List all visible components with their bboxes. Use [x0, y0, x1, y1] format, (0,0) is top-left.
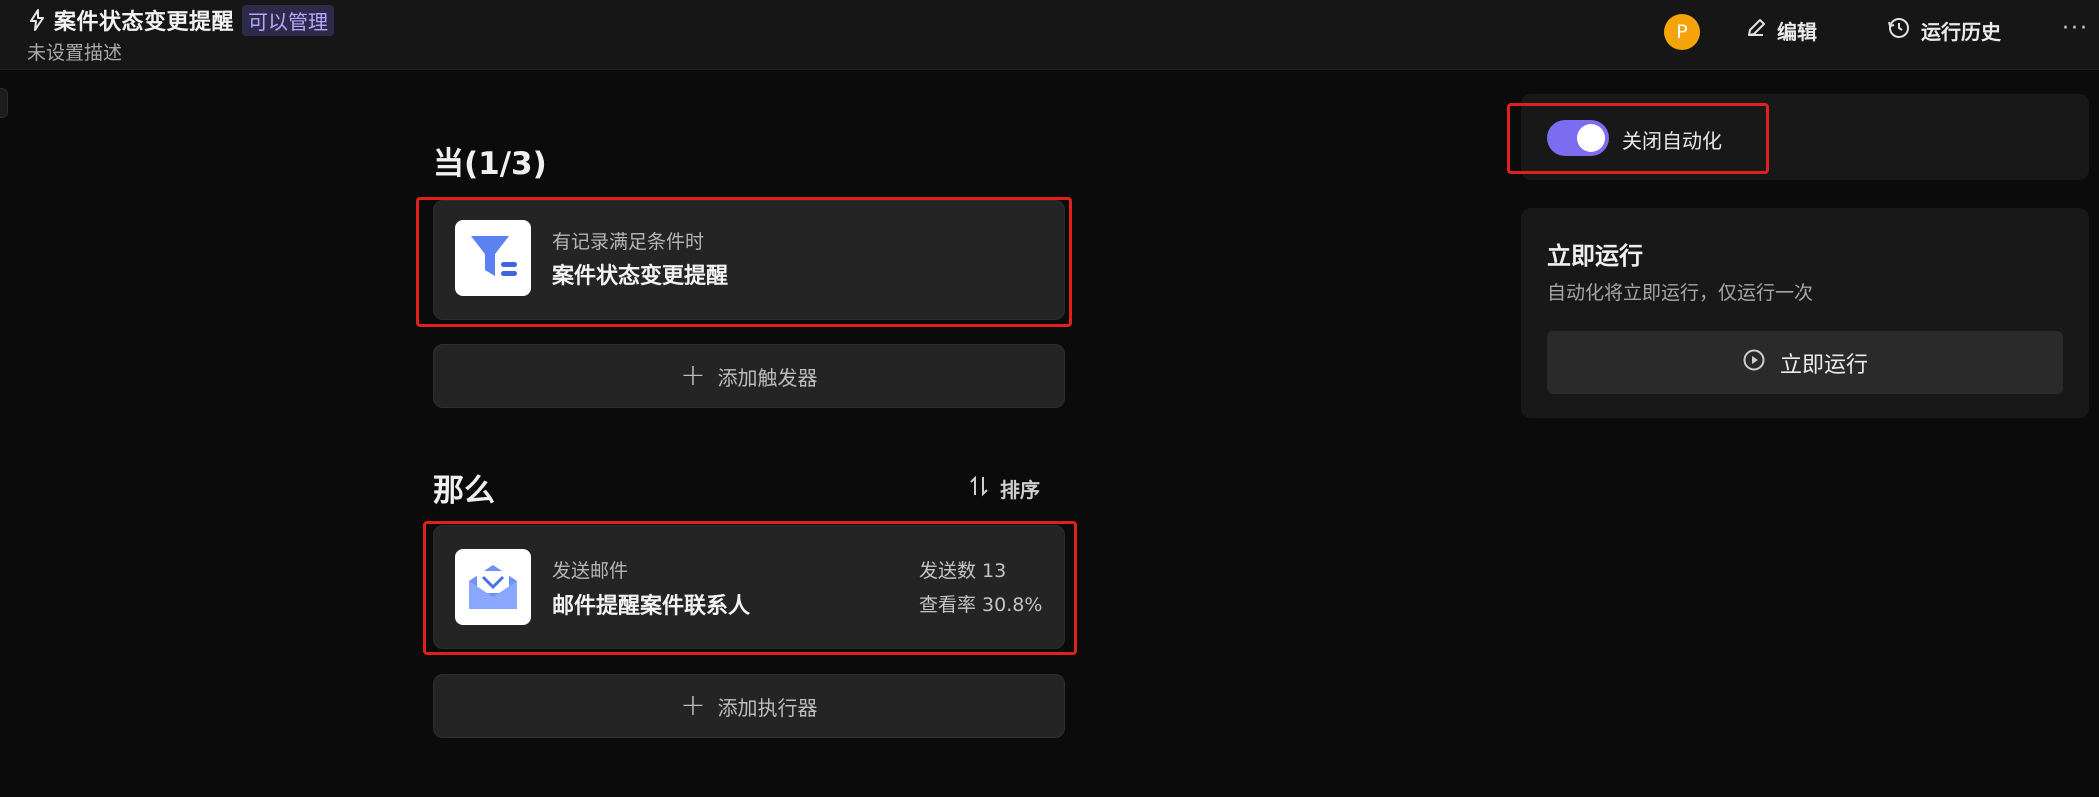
add-trigger-label: 添加触发器	[717, 365, 818, 390]
when-section-title: 当(1/3)	[433, 146, 547, 182]
page-title: 案件状态变更提醒	[54, 10, 235, 35]
run-now-button[interactable]: 立即运行	[1547, 331, 2063, 394]
edit-button[interactable]: 编辑	[1745, 16, 1817, 45]
page-description[interactable]: 未设置描述	[27, 38, 122, 65]
filter-icon	[455, 220, 531, 296]
then-section-title: 那么	[433, 473, 495, 509]
play-circle-icon	[1742, 348, 1766, 378]
add-action-label: 添加执行器	[717, 695, 818, 720]
avatar[interactable]: P	[1664, 14, 1700, 50]
history-icon	[1887, 16, 1911, 45]
sort-button[interactable]: 排序	[968, 474, 1040, 503]
trigger-card[interactable]: 有记录满足条件时 案件状态变更提醒	[433, 200, 1065, 320]
top-bar: 案件状态变更提醒 可以管理 未设置描述 P 编辑 运行历史 ···	[0, 0, 2099, 70]
sort-label: 排序	[1000, 478, 1040, 502]
permission-badge: 可以管理	[242, 4, 335, 36]
history-label: 运行历史	[1921, 20, 2001, 44]
pencil-icon	[1745, 17, 1767, 44]
sent-count: 发送数 13	[919, 560, 1007, 582]
plus-icon: +	[680, 688, 706, 723]
run-now-description: 自动化将立即运行，仅运行一次	[1547, 282, 1814, 304]
plus-icon: +	[680, 358, 706, 393]
sort-icon	[968, 475, 990, 502]
action-name: 邮件提醒案件联系人	[552, 594, 751, 619]
toggle-knob	[1577, 124, 1605, 152]
automation-toggle[interactable]	[1547, 120, 1609, 156]
add-action-button[interactable]: + 添加执行器	[433, 674, 1065, 738]
run-history-button[interactable]: 运行历史	[1887, 16, 2001, 45]
action-card[interactable]: 发送邮件 邮件提醒案件联系人 发送数 13 查看率 30.8%	[433, 525, 1065, 649]
title-row: 案件状态变更提醒 可以管理	[28, 4, 335, 36]
run-now-label: 立即运行	[1779, 352, 1868, 378]
toggle-label: 关闭自动化	[1622, 129, 1722, 153]
action-type: 发送邮件	[552, 560, 629, 582]
run-now-title: 立即运行	[1547, 242, 1643, 270]
bolt-icon	[28, 9, 46, 31]
sidebar-collapse-handle[interactable]	[0, 88, 8, 118]
run-now-panel: 立即运行 自动化将立即运行，仅运行一次 立即运行	[1521, 208, 2089, 418]
view-rate: 查看率 30.8%	[919, 594, 1043, 616]
trigger-name: 案件状态变更提醒	[552, 264, 729, 289]
edit-label: 编辑	[1777, 20, 1817, 44]
add-trigger-button[interactable]: + 添加触发器	[433, 344, 1065, 408]
more-options-button[interactable]: ···	[2062, 16, 2089, 41]
trigger-type: 有记录满足条件时	[552, 231, 705, 253]
automation-toggle-panel: 关闭自动化	[1521, 94, 2089, 180]
mail-icon	[455, 549, 531, 625]
